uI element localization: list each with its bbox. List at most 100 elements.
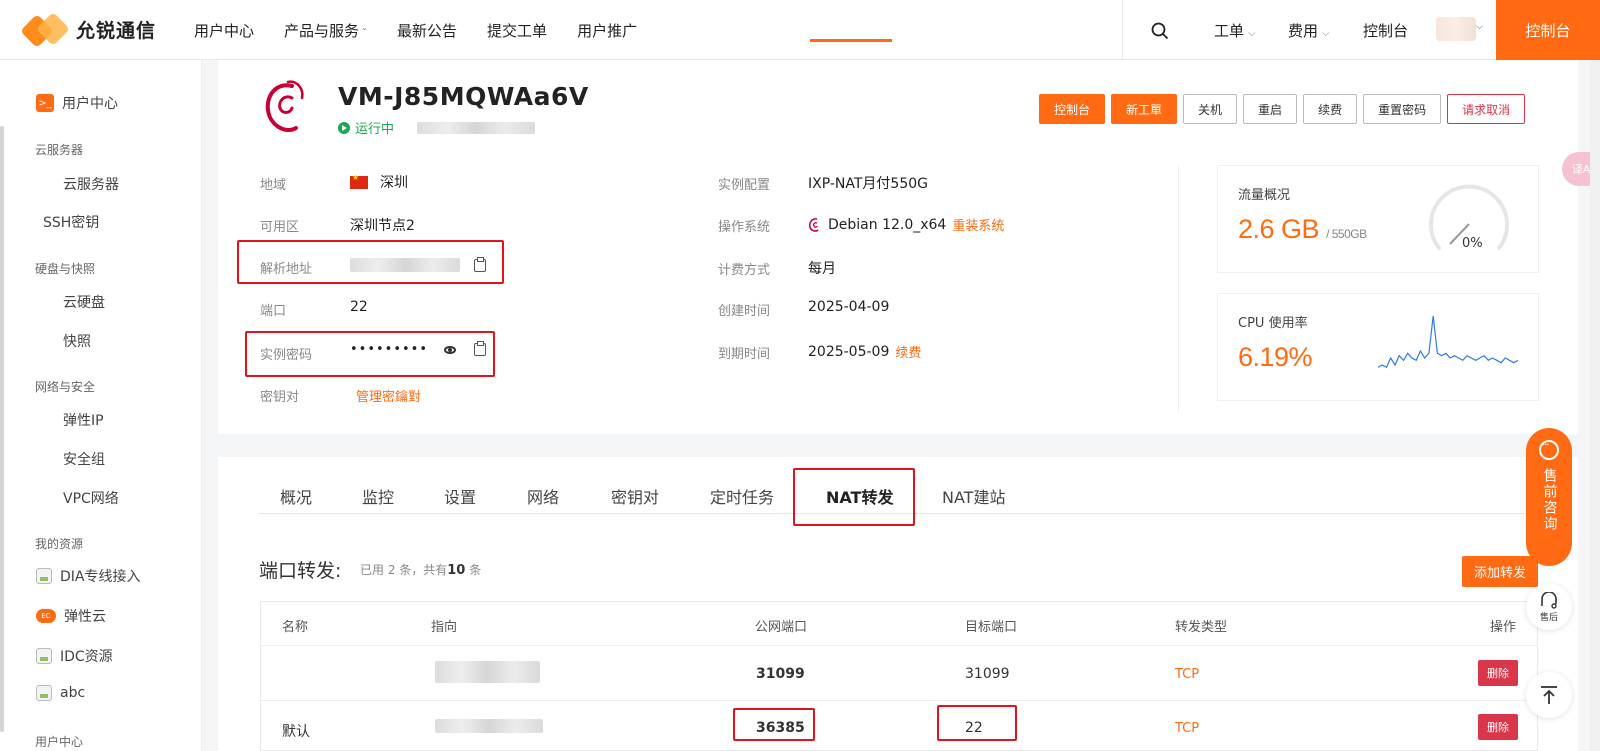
- sidebar-item-dia[interactable]: DIA专线接入: [36, 566, 141, 586]
- sidebar-item-ssh-keys[interactable]: SSH密钥: [43, 212, 99, 232]
- presales-consult-button[interactable]: 售前咨询: [1526, 428, 1572, 566]
- sidebar-item-user-center[interactable]: >_ 用户中心: [36, 93, 118, 113]
- brand-logo[interactable]: 允锐通信: [20, 10, 157, 48]
- sidebar-item-cloud-server[interactable]: 云服务器: [63, 174, 119, 194]
- tab-monitor[interactable]: 监控: [362, 484, 394, 508]
- sidebar-item-label: DIA专线接入: [60, 569, 141, 585]
- sidebar-item-idc[interactable]: IDC资源: [36, 646, 113, 666]
- console-link[interactable]: 控制台: [1363, 20, 1408, 41]
- broken-image-icon: [36, 568, 52, 584]
- highlight-box: [793, 468, 915, 526]
- chevron-down-icon[interactable]: ⌵: [1476, 22, 1483, 32]
- sidebar-item-snapshot[interactable]: 快照: [63, 331, 91, 351]
- eye-icon[interactable]: [444, 345, 457, 354]
- cpu-sparkline: [1378, 315, 1518, 369]
- china-flag-icon: [350, 173, 368, 189]
- shutdown-button[interactable]: 关机: [1183, 94, 1238, 124]
- column-header-name: 名称: [282, 620, 309, 635]
- sidebar-item-abc[interactable]: abc: [36, 685, 85, 701]
- chevron-down-icon: ⌵: [1248, 28, 1256, 39]
- nav-referral[interactable]: 用户推广: [577, 20, 637, 41]
- traffic-percent: 0%: [1462, 236, 1483, 251]
- delete-button[interactable]: 删除: [1478, 714, 1518, 740]
- console-action-button[interactable]: 控制台: [1039, 94, 1106, 124]
- avatar[interactable]: [1436, 17, 1476, 41]
- request-cancel-button[interactable]: 请求取消: [1447, 94, 1526, 124]
- console-button[interactable]: 控制台: [1496, 0, 1600, 60]
- nav-announcements[interactable]: 最新公告: [397, 20, 457, 41]
- tab-overview[interactable]: 概况: [280, 484, 312, 508]
- sidebar-item-cloud-disk[interactable]: 云硬盘: [63, 292, 105, 312]
- traffic-value: 2.6 GB / 550GB: [1238, 214, 1367, 245]
- sidebar-scrollbar[interactable]: [0, 126, 4, 732]
- instance-password-label: 实例密码: [260, 348, 313, 363]
- row-type: TCP: [1175, 721, 1200, 736]
- instance-config-label: 实例配置: [718, 178, 771, 193]
- restart-button[interactable]: 重启: [1243, 94, 1298, 124]
- sidebar-group-title: 我的资源: [35, 537, 84, 551]
- page-scrollbar[interactable]: [1590, 60, 1600, 751]
- chevron-down-icon: ⌵: [1322, 28, 1330, 39]
- sidebar-item-security-group[interactable]: 安全组: [63, 449, 105, 469]
- tab-keypair[interactable]: 密钥对: [611, 484, 659, 508]
- resolve-address-value: [350, 256, 486, 272]
- back-to-top-button[interactable]: [1526, 672, 1572, 718]
- tab-network[interactable]: 网络: [527, 484, 559, 508]
- traffic-label: 流量概况: [1238, 188, 1291, 203]
- sidebar-item-elastic-ip[interactable]: 弹性IP: [63, 410, 104, 430]
- brand-logo-icon: [20, 10, 70, 48]
- redacted-ip: [417, 121, 536, 134]
- support-icon: [1541, 591, 1557, 609]
- sidebar-group-title: 用户中心: [35, 735, 84, 749]
- cpu-label: CPU 使用率: [1238, 316, 1308, 331]
- after-sales-button[interactable]: 售后: [1526, 584, 1572, 630]
- column-header-target-port: 目标端口: [965, 620, 1018, 635]
- sidebar-item-label: 弹性云: [64, 609, 106, 625]
- redacted-target: [435, 719, 543, 733]
- new-ticket-button[interactable]: 新工單: [1111, 94, 1178, 124]
- tab-nat-site[interactable]: NAT建站: [942, 484, 1005, 508]
- billing-method-label: 计费方式: [718, 263, 771, 278]
- ticket-menu-label: 工单: [1214, 22, 1245, 40]
- zone-label: 可用区: [260, 220, 300, 235]
- delete-button[interactable]: 删除: [1478, 660, 1518, 686]
- nav-user-center[interactable]: 用户中心: [194, 20, 254, 41]
- renew-link[interactable]: 续费: [895, 342, 921, 361]
- broken-image-icon: [36, 685, 52, 701]
- tab-scheduled-tasks[interactable]: 定时任务: [710, 484, 774, 508]
- redacted-target: [435, 661, 540, 683]
- sidebar-item-elastic-cloud[interactable]: EC 弹性云: [36, 606, 106, 626]
- brand-name: 允锐通信: [76, 19, 157, 42]
- consult-label: 售前咨询: [1541, 468, 1558, 532]
- nav-products[interactable]: 产品与服务 ˇ: [284, 20, 367, 41]
- usage-total: 10: [447, 563, 466, 578]
- expire-time-value: 2025-05-09 续费: [808, 342, 921, 362]
- reset-password-button[interactable]: 重置密码: [1363, 94, 1442, 124]
- cpu-card: CPU 使用率 6.19%: [1217, 293, 1539, 401]
- os-value: Debian 12.0_x64 重装系统: [808, 215, 1004, 234]
- column-header-action: 操作: [1490, 620, 1517, 635]
- broken-image-icon: [36, 648, 52, 664]
- ticket-menu[interactable]: 工单 ⌵: [1214, 20, 1256, 41]
- billing-menu[interactable]: 费用 ⌵: [1288, 20, 1330, 41]
- copy-icon[interactable]: [474, 341, 487, 356]
- tab-settings[interactable]: 设置: [444, 484, 476, 508]
- add-forwarding-button[interactable]: 添加转发: [1462, 556, 1538, 587]
- copy-icon[interactable]: [474, 256, 486, 272]
- renew-button[interactable]: 续费: [1303, 94, 1358, 124]
- sidebar-item-vpc[interactable]: VPC网络: [63, 488, 119, 508]
- table-divider: [261, 645, 1537, 646]
- top-header: 允锐通信 用户中心 产品与服务 ˇ 最新公告 提交工单 用户推广 工单 ⌵ 费用 ⌵ …: [0, 0, 1600, 60]
- reinstall-os-link[interactable]: 重装系统: [952, 215, 1004, 234]
- search-icon[interactable]: [1151, 22, 1169, 40]
- nav-submit-ticket[interactable]: 提交工单: [487, 20, 547, 41]
- manage-keypair-link[interactable]: 管理密鑰對: [356, 386, 421, 405]
- sidebar-item-label: IDC资源: [60, 649, 113, 665]
- section-title: 端口转发:: [259, 560, 342, 582]
- sidebar-group-title: 云服务器: [35, 143, 84, 157]
- cpu-value: 6.19%: [1238, 342, 1313, 372]
- redacted-address: [350, 258, 460, 272]
- region-text: 深圳: [380, 175, 408, 191]
- headset-icon: [1539, 440, 1559, 460]
- keypair-label: 密钥对: [260, 390, 300, 405]
